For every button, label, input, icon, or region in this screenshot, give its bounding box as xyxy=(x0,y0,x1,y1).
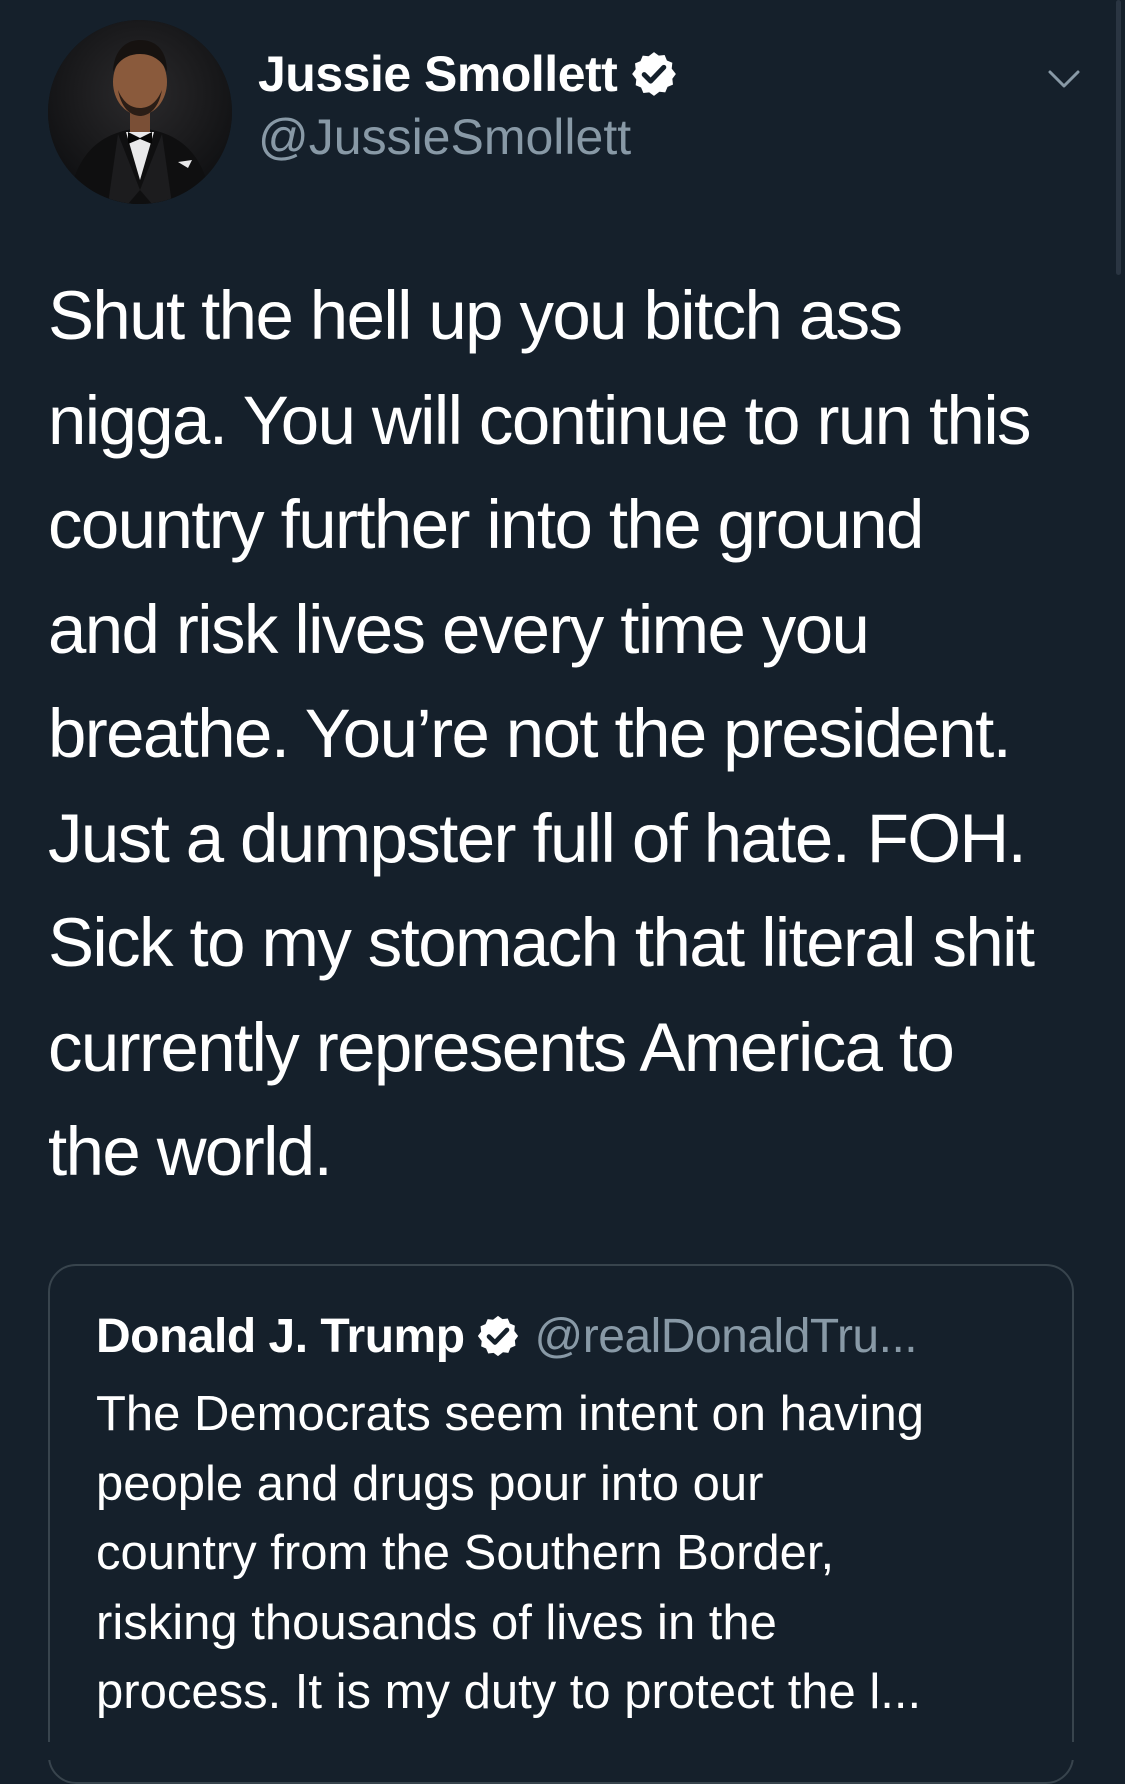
verified-badge-icon xyxy=(632,52,677,96)
tweet-text-line: currently represents America to xyxy=(48,1008,955,1086)
chevron-down-icon[interactable] xyxy=(1044,62,1084,96)
quoted-tweet-text-line: The Democrats seem intent on having xyxy=(96,1387,924,1441)
quoted-tweet-text-line: risking thousands of lives in the xyxy=(96,1595,777,1650)
tweet-text-line: nigga. You will continue to run this xyxy=(48,381,1032,459)
tweet-text-line: the world. xyxy=(48,1113,333,1190)
tweet-text-line: and risk lives every time you xyxy=(48,590,870,668)
scrollbar[interactable] xyxy=(1116,0,1121,275)
quoted-tweet-header: Donald J. Trump @realDonaldTru... xyxy=(96,1306,918,1366)
tweet[interactable]: Jussie Smollett @JussieSmollett Shut the… xyxy=(0,0,1125,1784)
tweet-text-line: breathe. You’re not the president. xyxy=(48,695,1012,772)
quoted-author-handle: @realDonaldTru... xyxy=(534,1309,918,1363)
author-name-row[interactable]: Jussie Smollett xyxy=(258,44,679,104)
tweet-text-line: Just a dumpster full of hate. FOH. xyxy=(48,799,1027,877)
bottom-edge xyxy=(0,1742,1125,1760)
quoted-tweet-text-line: process. It is my duty to protect the l.… xyxy=(96,1665,922,1719)
quoted-tweet-text-line: people and drugs pour into our xyxy=(96,1456,764,1511)
tweet-text-line: country further into the ground xyxy=(48,486,924,563)
tweet-text: Shut the hell up you bitch ass nigga. Yo… xyxy=(48,264,1108,1205)
tweet-text-line: Shut the hell up you bitch ass xyxy=(48,277,903,354)
quoted-tweet-text-line: country from the Southern Border, xyxy=(96,1526,835,1580)
quoted-tweet-card[interactable]: Donald J. Trump @realDonaldTru... The De… xyxy=(48,1264,1074,1784)
quoted-tweet-text: The Democrats seem intent on having peop… xyxy=(96,1380,1056,1728)
profile-photo-icon xyxy=(48,20,232,204)
tweet-text-line: Sick to my stomach that literal shit xyxy=(48,904,1035,981)
author-display-name[interactable]: Jussie Smollett xyxy=(258,45,618,103)
quoted-author-display-name: Donald J. Trump xyxy=(96,1309,465,1363)
verified-badge-icon xyxy=(477,1315,518,1357)
author-handle[interactable]: @JussieSmollett xyxy=(258,108,631,166)
avatar[interactable] xyxy=(48,20,232,204)
